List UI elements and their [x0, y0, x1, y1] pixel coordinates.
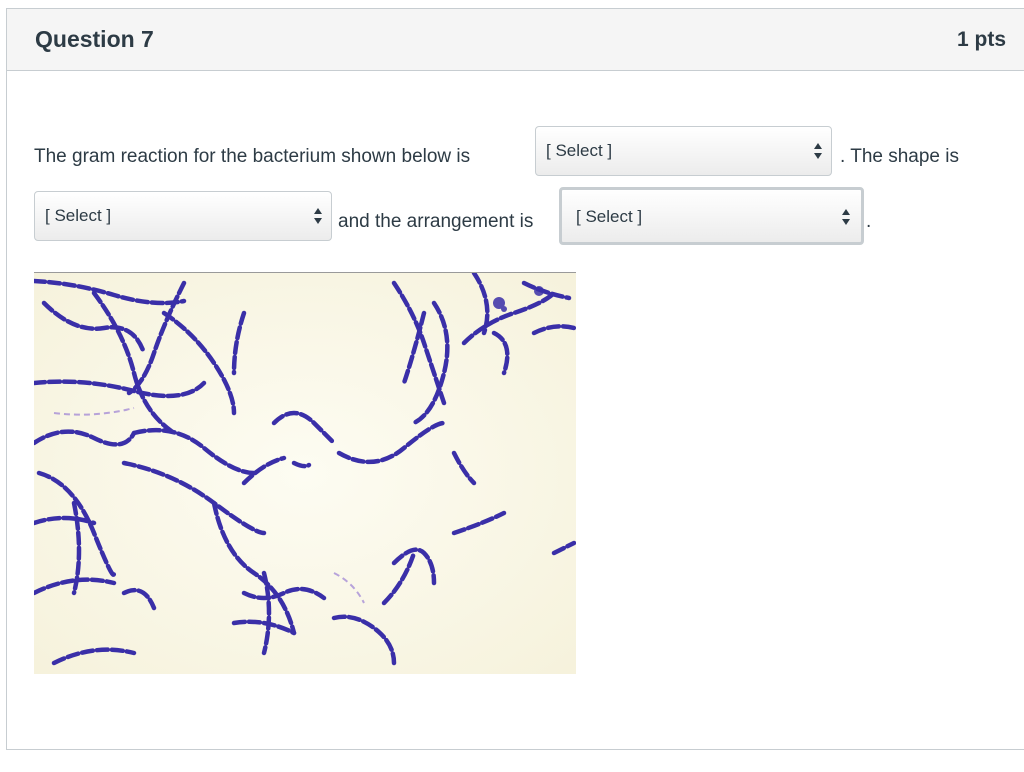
arrangement-select[interactable]: [ Select ] [559, 187, 864, 245]
gram-reaction-select-value: [ Select ] [546, 141, 613, 160]
prompt-text-2: . The shape is [840, 146, 960, 167]
arrangement-select-value: [ Select ] [576, 207, 643, 226]
prompt-text-3: and the arrangement is [338, 211, 534, 232]
select-arrows-icon [814, 143, 822, 159]
prompt-text-4: . [866, 211, 872, 232]
bacteria-micrograph [34, 272, 576, 674]
gram-reaction-select[interactable]: [ Select ] [535, 126, 832, 176]
shape-select-value: [ Select ] [45, 206, 112, 225]
shape-select[interactable]: [ Select ] [34, 191, 332, 241]
select-arrows-icon [314, 208, 322, 224]
prompt-text-1: The gram reaction for the bacterium show… [34, 146, 471, 167]
question-title: Question 7 [35, 26, 154, 52]
question-points: 1 pts [956, 28, 1006, 51]
question-header: Question 7 1 pts [7, 9, 1024, 71]
bacteria-micrograph-image [34, 273, 576, 674]
select-arrows-icon [842, 209, 850, 225]
